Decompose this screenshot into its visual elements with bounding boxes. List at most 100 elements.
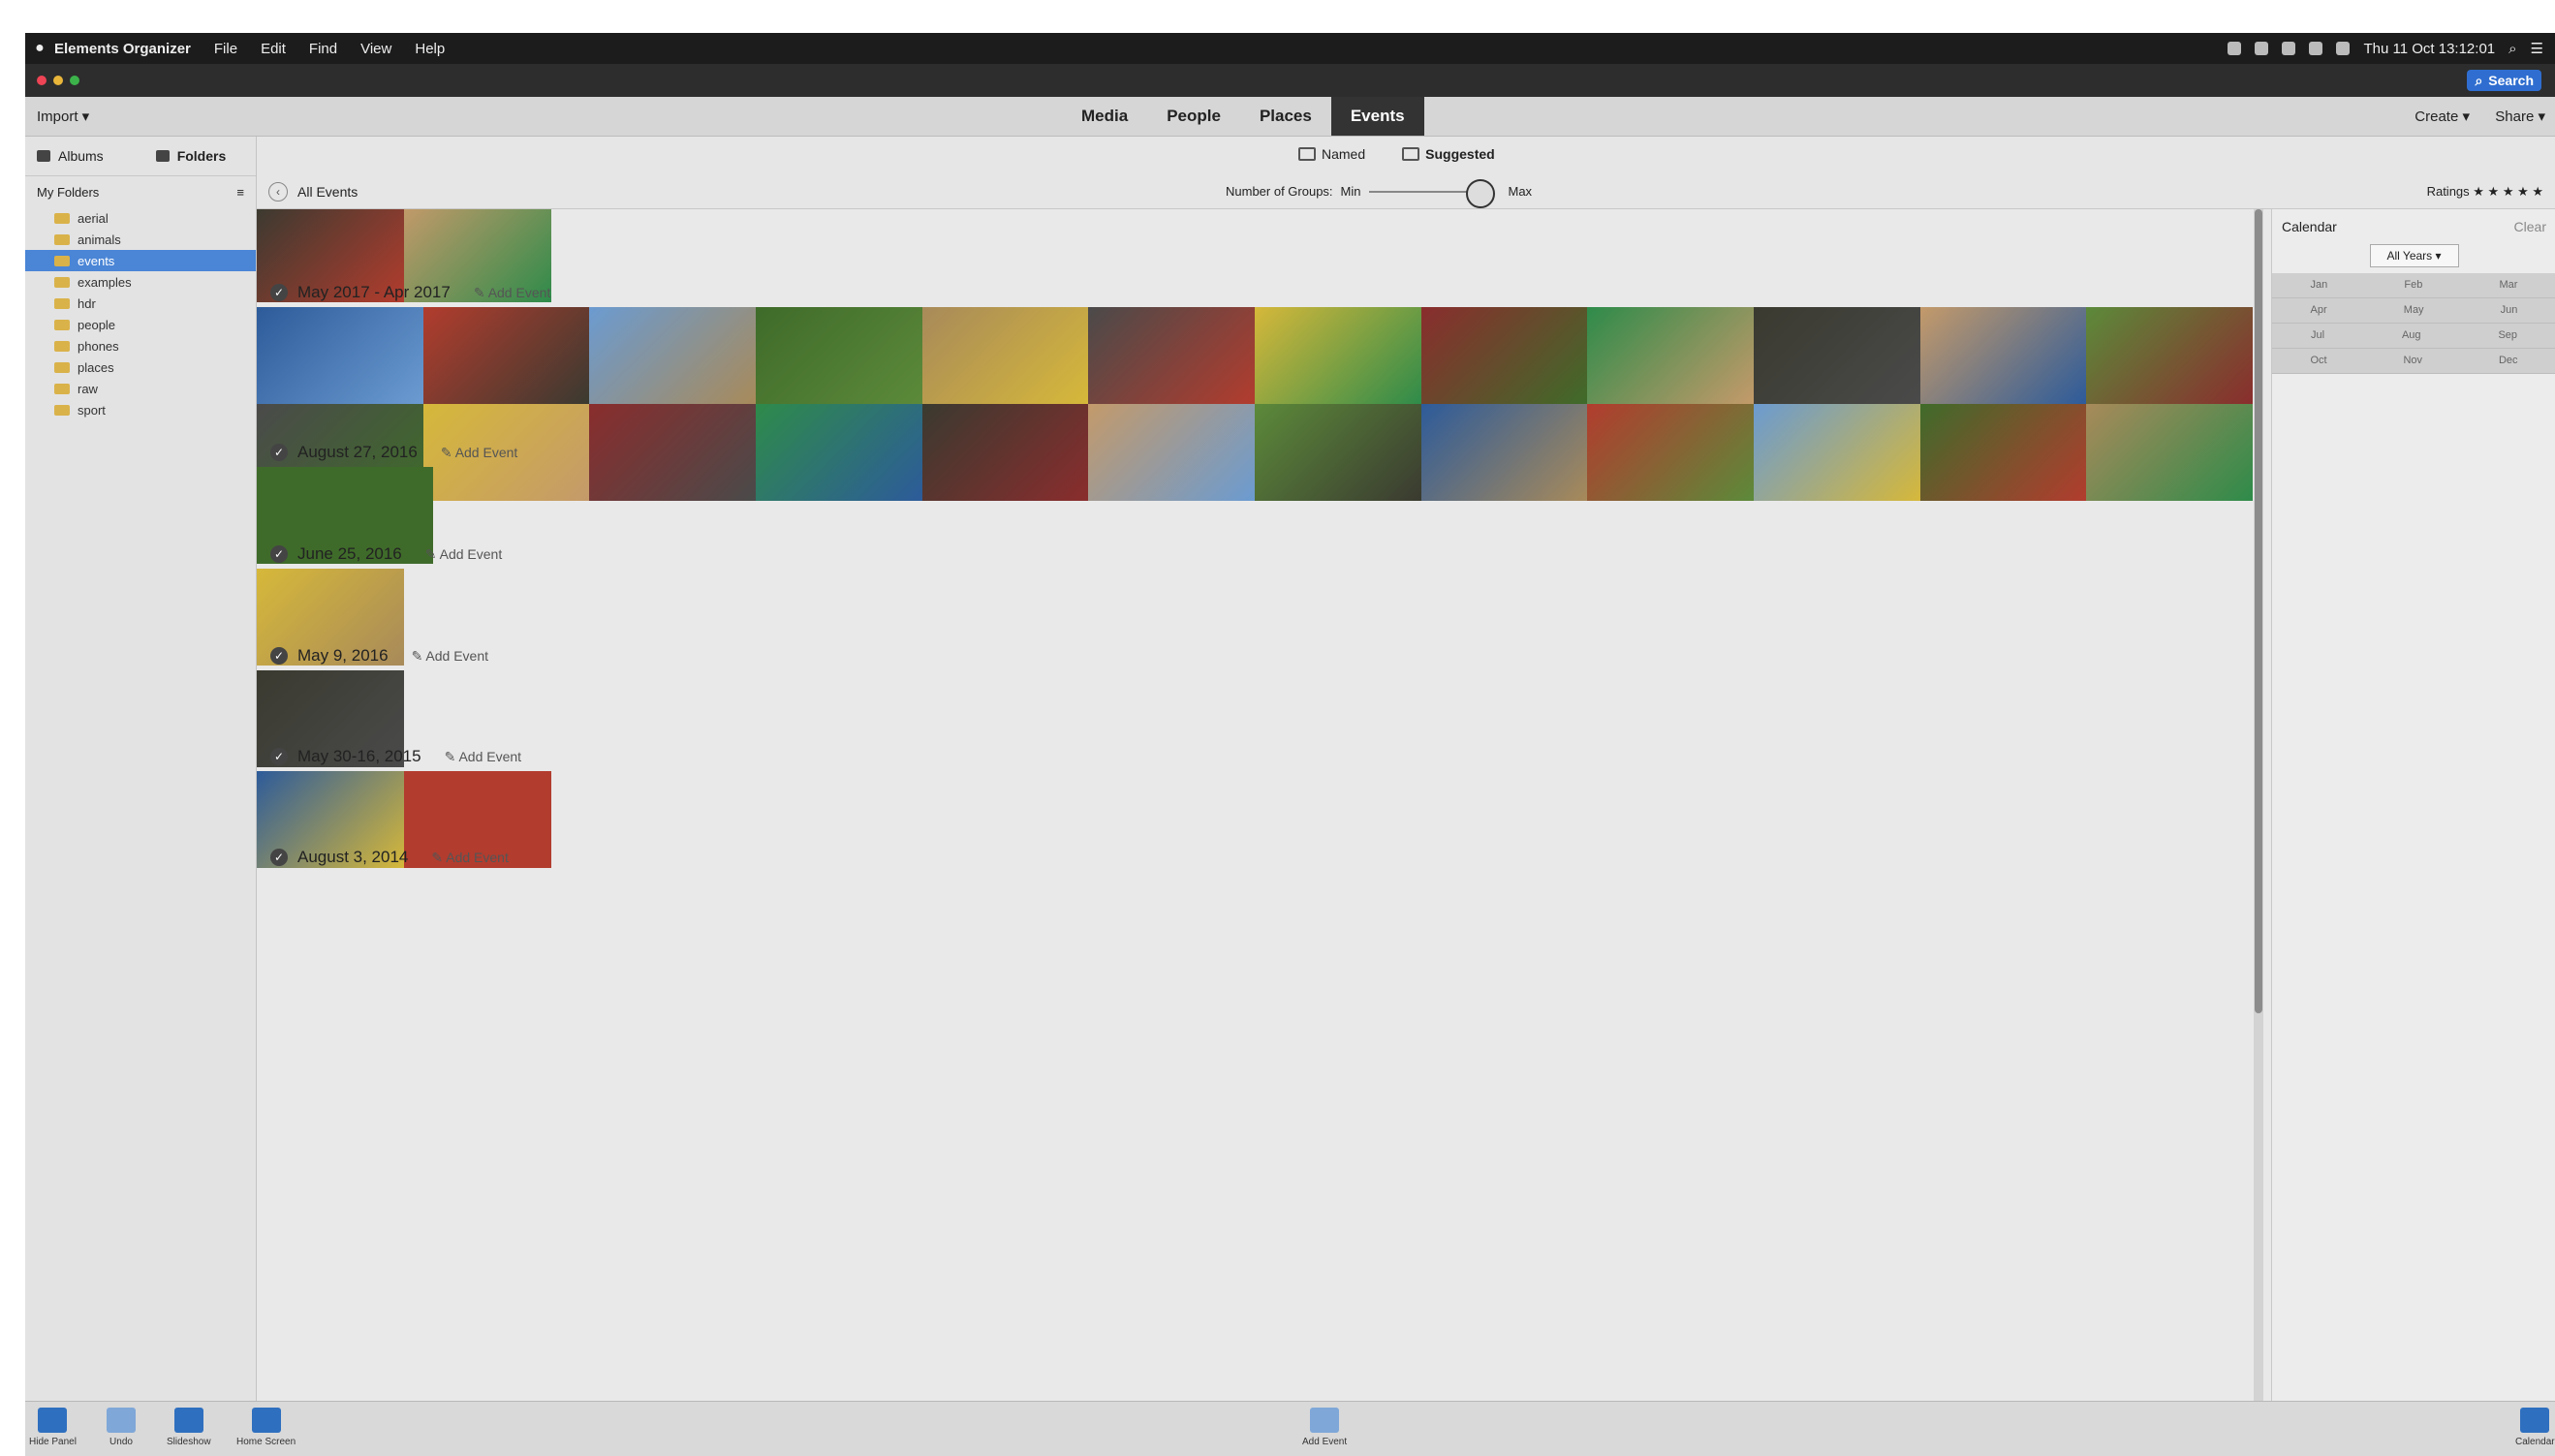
minimize-button[interactable] xyxy=(53,76,63,85)
volume-icon[interactable] xyxy=(2336,42,2351,55)
add-event-button[interactable]: Add Event xyxy=(1302,1408,1347,1447)
photo-thumbnail[interactable] xyxy=(1753,307,1920,404)
event-check-icon[interactable]: ✓ xyxy=(270,647,288,665)
tab-events[interactable]: Events xyxy=(1330,97,1424,136)
month-cell[interactable]: Jan xyxy=(2311,273,2328,297)
month-cell[interactable]: Jul xyxy=(2311,324,2324,348)
groups-slider[interactable] xyxy=(1368,178,1495,208)
photo-thumbnail[interactable] xyxy=(1587,307,1754,404)
spotlight-icon[interactable]: ⌕ xyxy=(2508,41,2516,57)
rating-stars[interactable]: ★ ★ ★ ★ ★ xyxy=(2473,184,2543,199)
create-menu[interactable]: Create ▾ xyxy=(2415,108,2470,125)
add-event-link[interactable]: ✎ Add Event xyxy=(412,648,488,665)
scroll-thumb[interactable] xyxy=(2255,209,2262,1013)
event-check-icon[interactable]: ✓ xyxy=(270,545,288,563)
suggested-toggle[interactable]: Suggested xyxy=(1402,146,1495,162)
menu-list-icon[interactable]: ☰ xyxy=(2531,40,2543,57)
month-cell[interactable]: Nov xyxy=(2403,349,2422,373)
clear-button[interactable]: Clear xyxy=(2514,219,2546,234)
folder-item[interactable]: sport xyxy=(25,399,256,420)
folder-item[interactable]: phones xyxy=(25,335,256,356)
photo-thumbnail[interactable] xyxy=(921,404,1089,501)
photo-thumbnail[interactable] xyxy=(1254,307,1421,404)
month-cell[interactable]: Jun xyxy=(2501,298,2518,323)
folder-item[interactable]: hdr xyxy=(25,293,256,314)
undo-button[interactable]: Undo xyxy=(107,1408,136,1447)
month-cell[interactable]: Mar xyxy=(2499,273,2517,297)
month-cell[interactable]: May xyxy=(2404,298,2424,323)
photo-thumbnail[interactable] xyxy=(2086,307,2253,404)
photo-thumbnail[interactable] xyxy=(1088,404,1255,501)
month-cell[interactable]: Sep xyxy=(2498,324,2517,348)
month-cell[interactable]: Feb xyxy=(2404,273,2422,297)
event-check-icon[interactable]: ✓ xyxy=(270,444,288,461)
event-check-icon[interactable]: ✓ xyxy=(270,849,288,866)
close-button[interactable] xyxy=(37,76,47,85)
photo-thumbnail[interactable] xyxy=(422,307,590,404)
photo-thumbnail[interactable] xyxy=(1420,404,1588,501)
clock[interactable]: Thu 11 Oct 13:12:01 xyxy=(2363,41,2495,57)
menu-file[interactable]: File xyxy=(214,41,237,57)
month-cell[interactable]: Apr xyxy=(2311,298,2327,323)
status-icon[interactable] xyxy=(2282,42,2296,55)
photo-thumbnail[interactable] xyxy=(2086,404,2253,501)
status-icon[interactable] xyxy=(2255,42,2269,55)
import-menu[interactable]: Import ▾ xyxy=(37,108,89,125)
folder-item[interactable]: events xyxy=(25,250,256,271)
photo-thumbnail[interactable] xyxy=(1753,404,1920,501)
folder-view-toggle-icon[interactable]: ≡ xyxy=(236,185,244,200)
photo-thumbnail[interactable] xyxy=(1254,404,1421,501)
photo-thumbnail[interactable] xyxy=(589,307,756,404)
photo-thumbnail[interactable] xyxy=(1420,307,1588,404)
photo-thumbnail[interactable] xyxy=(755,404,922,501)
photo-thumbnail[interactable] xyxy=(1587,404,1754,501)
all-events-breadcrumb[interactable]: All Events xyxy=(297,184,358,200)
status-icon[interactable] xyxy=(2228,42,2242,55)
share-menu[interactable]: Share ▾ xyxy=(2495,108,2545,125)
add-event-link[interactable]: ✎ Add Event xyxy=(445,749,521,765)
month-cell[interactable]: Oct xyxy=(2310,349,2326,373)
month-cell[interactable]: Aug xyxy=(2402,324,2421,348)
tab-albums[interactable]: Albums xyxy=(25,148,115,164)
search-button[interactable]: ⌕ Search xyxy=(2467,70,2541,91)
wifi-icon[interactable] xyxy=(2309,42,2323,55)
named-toggle[interactable]: Named xyxy=(1298,146,1365,162)
calendar-button[interactable]: Calendar xyxy=(2515,1408,2555,1447)
folder-item[interactable]: people xyxy=(25,314,256,335)
photo-thumbnail[interactable] xyxy=(589,404,756,501)
events-scrollbar[interactable] xyxy=(2254,209,2263,1401)
slideshow-button[interactable]: Slideshow xyxy=(167,1408,211,1447)
folder-item[interactable]: places xyxy=(25,356,256,378)
home-screen-button[interactable]: Home Screen xyxy=(236,1408,296,1447)
add-event-link[interactable]: ✎ Add Event xyxy=(425,546,502,563)
folder-item[interactable]: examples xyxy=(25,271,256,293)
all-years-dropdown[interactable]: All Years ▾ xyxy=(2369,244,2459,267)
back-button[interactable]: ‹ xyxy=(268,182,288,201)
tab-places[interactable]: Places xyxy=(1240,97,1331,136)
menu-view[interactable]: View xyxy=(360,41,391,57)
folder-item[interactable]: raw xyxy=(25,378,256,399)
photo-thumbnail[interactable] xyxy=(921,307,1089,404)
tab-folders[interactable]: Folders xyxy=(144,148,238,164)
zoom-button[interactable] xyxy=(70,76,79,85)
month-cell[interactable]: Dec xyxy=(2499,349,2518,373)
tab-people[interactable]: People xyxy=(1147,97,1240,136)
add-event-link[interactable]: ✎ Add Event xyxy=(431,850,508,866)
event-check-icon[interactable]: ✓ xyxy=(270,284,288,301)
event-check-icon[interactable]: ✓ xyxy=(270,748,288,765)
tab-media[interactable]: Media xyxy=(1062,97,1147,136)
photo-thumbnail[interactable] xyxy=(755,307,922,404)
folder-item[interactable]: animals xyxy=(25,229,256,250)
menu-find[interactable]: Find xyxy=(309,41,337,57)
slider-knob[interactable] xyxy=(1465,178,1495,208)
menu-app-name[interactable]: Elements Organizer xyxy=(54,41,191,57)
add-event-link[interactable]: ✎ Add Event xyxy=(474,285,550,301)
apple-icon[interactable]: ● xyxy=(25,40,54,57)
add-event-link[interactable]: ✎ Add Event xyxy=(441,445,517,461)
photo-thumbnail[interactable] xyxy=(1919,404,2087,501)
photo-thumbnail[interactable] xyxy=(1919,307,2087,404)
photo-thumbnail[interactable] xyxy=(1088,307,1255,404)
menu-help[interactable]: Help xyxy=(415,41,445,57)
folder-item[interactable]: aerial xyxy=(25,207,256,229)
menu-edit[interactable]: Edit xyxy=(261,41,286,57)
